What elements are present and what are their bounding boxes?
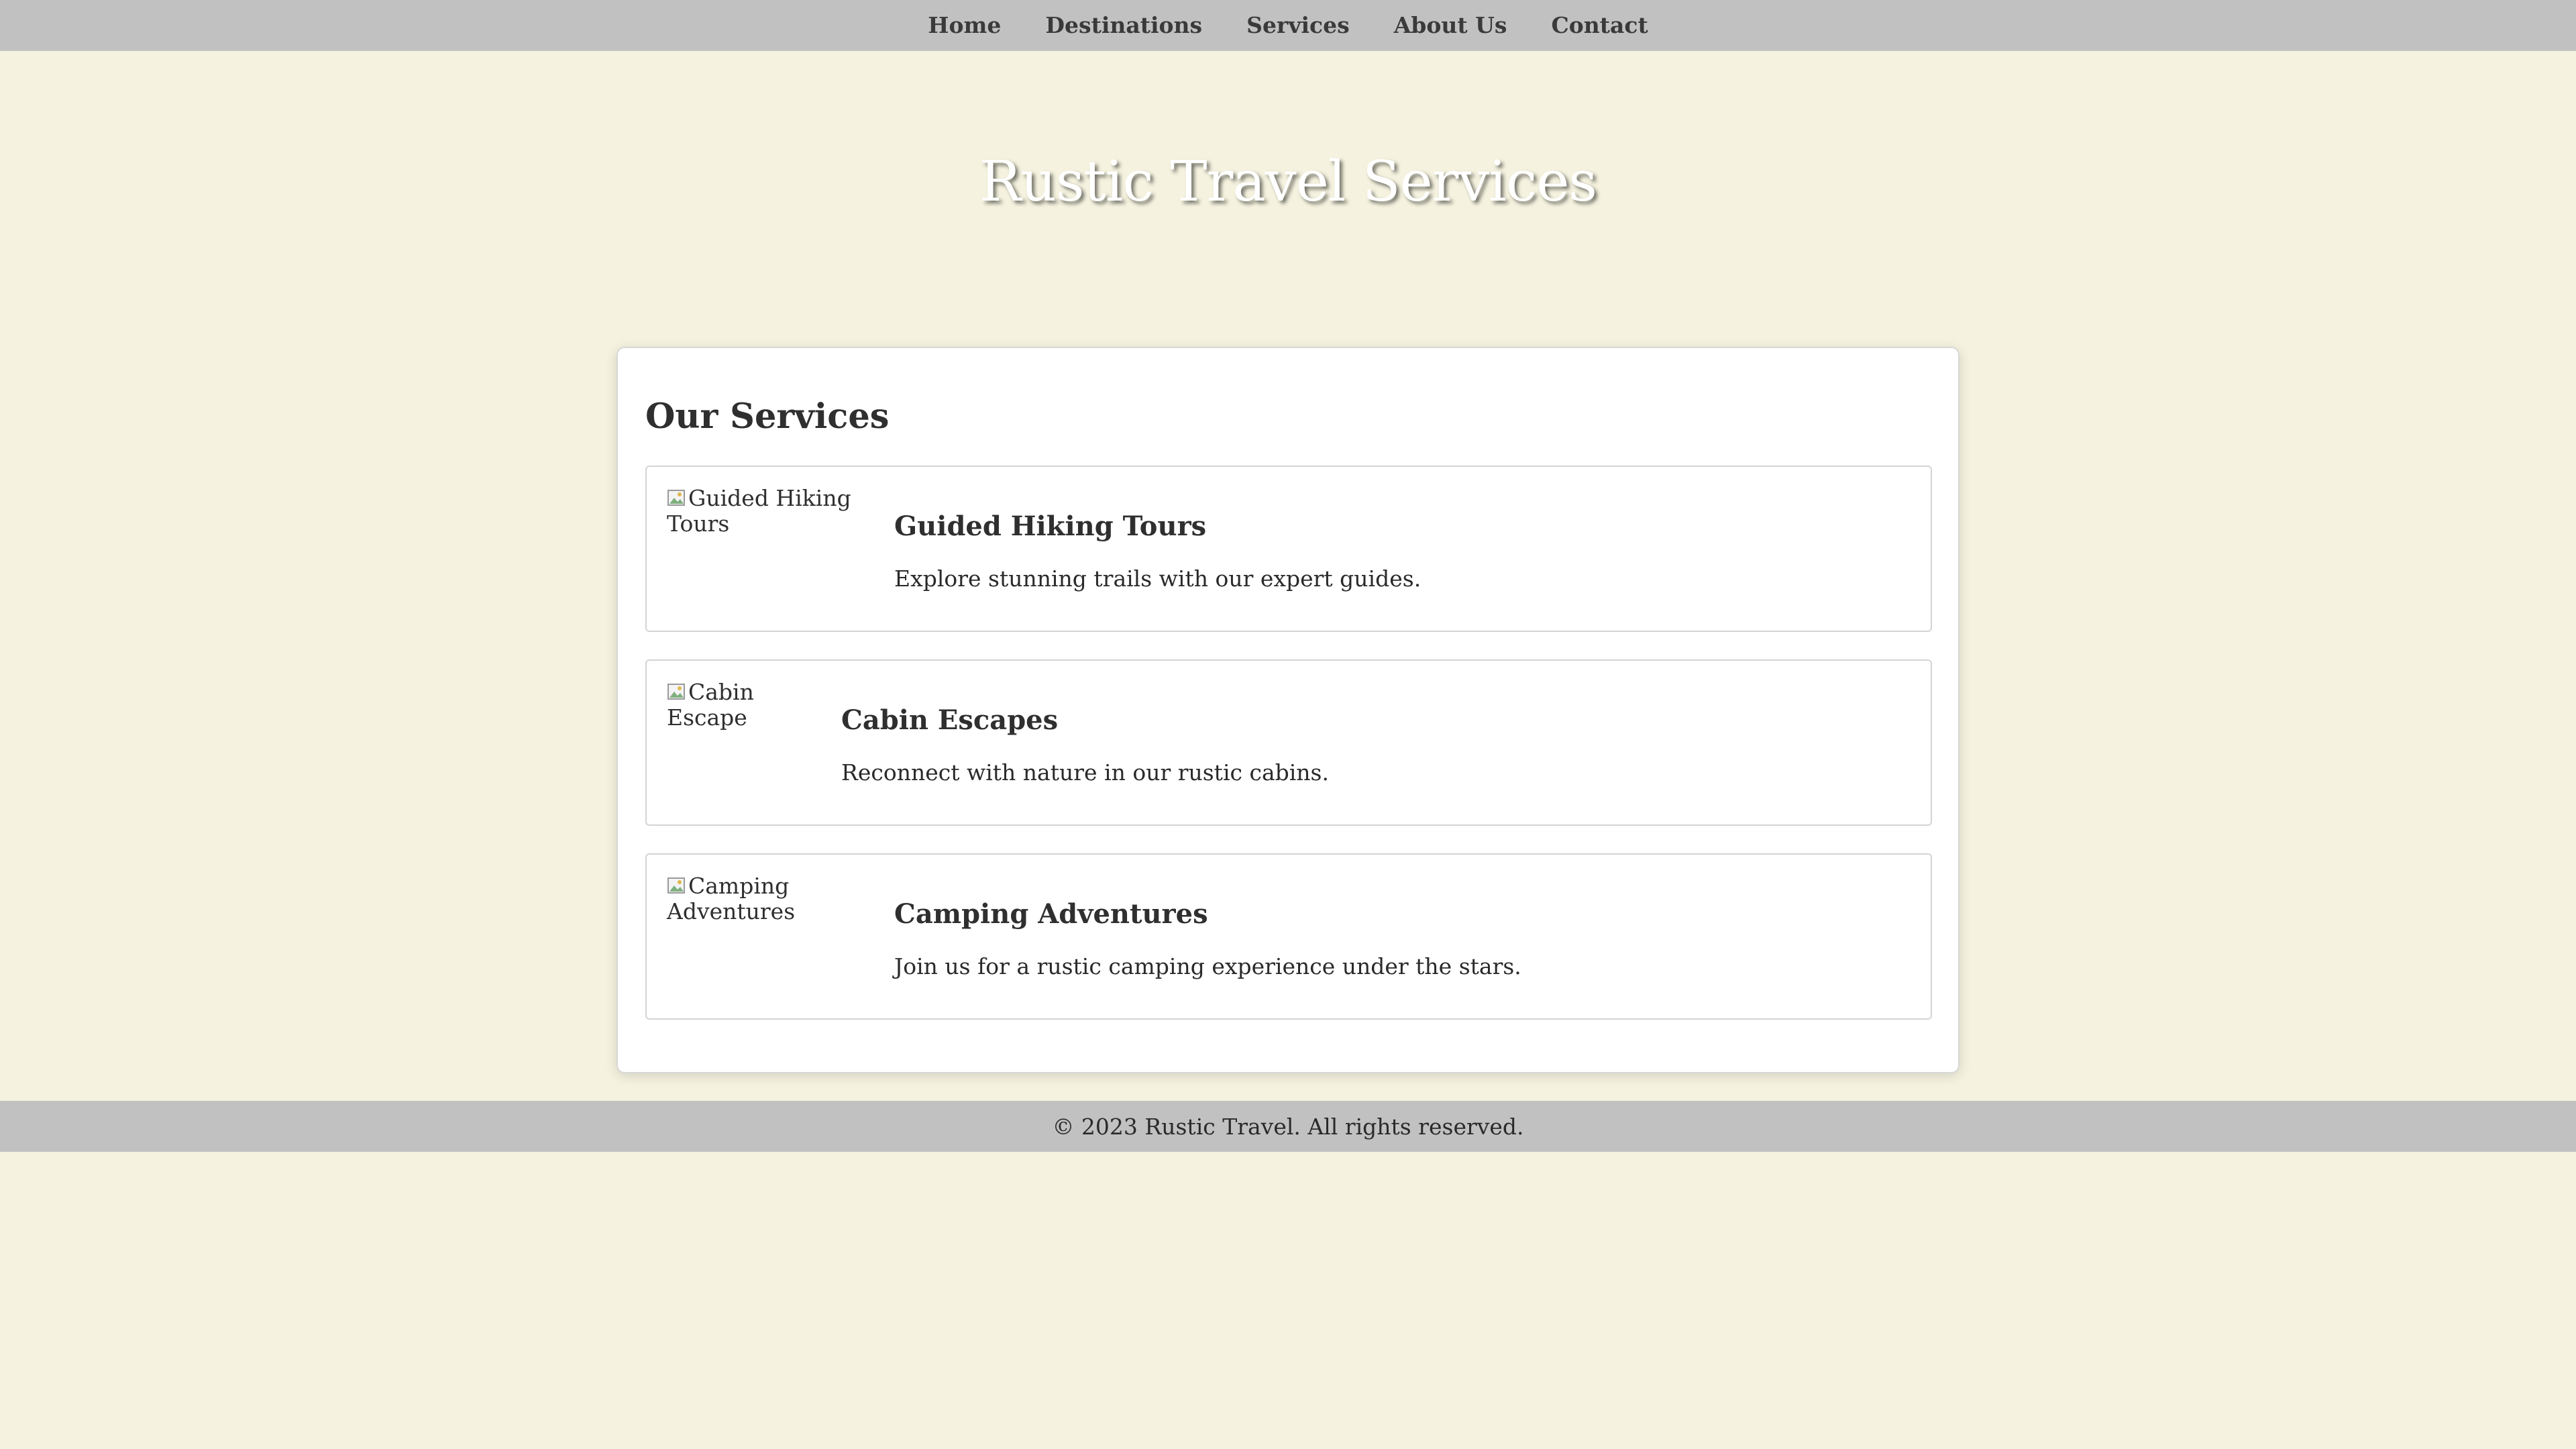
services-section: Our Services Guided Hiking Tours Guided …: [616, 347, 1960, 1073]
service-image-alt-text: Guided Hiking Tours: [667, 485, 851, 537]
nav-link-contact[interactable]: Contact: [1529, 0, 1670, 51]
nav-link-about-us[interactable]: About Us: [1372, 0, 1529, 51]
service-description: Reconnect with nature in our rustic cabi…: [841, 759, 1329, 786]
service-description: Join us for a rustic camping experience …: [894, 953, 1521, 979]
service-card-cabin: Cabin Escape Cabin Escapes Reconnect wit…: [645, 659, 1932, 826]
service-description: Explore stunning trails with our expert …: [894, 566, 1421, 592]
page-title: Rustic Travel Services: [979, 149, 1597, 214]
nav-link-services[interactable]: Services: [1224, 0, 1372, 51]
footer-copyright: © 2023 Rustic Travel. All rights reserve…: [1052, 1113, 1524, 1140]
service-image-cabin: Cabin Escape: [667, 680, 841, 731]
service-title: Guided Hiking Tours: [894, 511, 1207, 542]
page-footer: © 2023 Rustic Travel. All rights reserve…: [0, 1101, 2576, 1152]
broken-image-icon: [667, 682, 687, 702]
nav-link-destinations[interactable]: Destinations: [1023, 0, 1224, 51]
service-card-camping: Camping Adventures Camping Adventures Jo…: [645, 853, 1932, 1020]
service-title: Cabin Escapes: [841, 704, 1059, 736]
top-navbar: Home Destinations Services About Us Cont…: [0, 0, 2576, 51]
service-image-camping: Camping Adventures: [667, 873, 841, 924]
broken-image-icon: [667, 488, 687, 508]
nav-link-home[interactable]: Home: [906, 0, 1023, 51]
services-heading: Our Services: [645, 396, 890, 437]
broken-image-icon: [667, 875, 687, 896]
service-image-hiking: Guided Hiking Tours: [667, 486, 855, 537]
service-title: Camping Adventures: [894, 898, 1208, 930]
service-card-hiking: Guided Hiking Tours Guided Hiking Tours …: [645, 466, 1932, 632]
